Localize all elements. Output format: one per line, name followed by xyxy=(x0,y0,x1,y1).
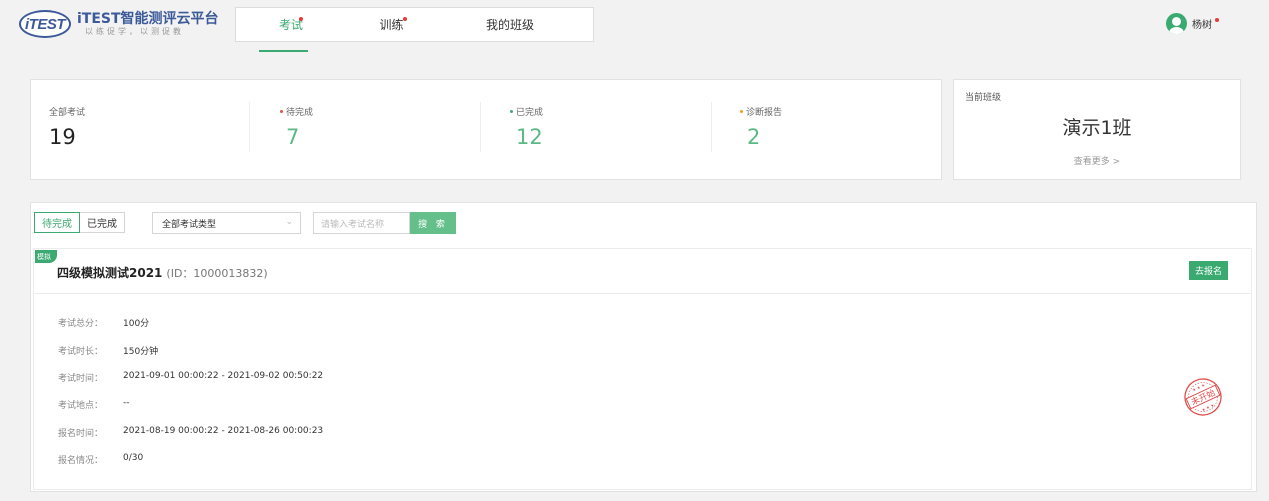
nav-tab-training[interactable]: 训练 xyxy=(346,8,437,41)
stat-value: 2 xyxy=(747,125,761,149)
notification-dot xyxy=(1215,17,1219,22)
info-value: 2021-09-01 00:00:22 - 2021-09-02 00:50:2… xyxy=(123,371,324,381)
exam-search-input[interactable]: 请输入考试名称 xyxy=(313,212,410,234)
exam-list-panel: 待完成 已完成 全部考试类型 ⌄ 请输入考试名称 搜 索 模拟 四级模拟测试20… xyxy=(30,202,1257,492)
info-key: 考试地点： xyxy=(58,401,104,411)
stat-pending[interactable]: 待完成 7 xyxy=(280,80,480,181)
main-nav: 考试 训练 我的班级 xyxy=(235,7,594,42)
stat-value: 12 xyxy=(516,125,543,149)
info-key: 考试总分： xyxy=(58,319,104,329)
logo[interactable]: iTEST iTEST智能测评云平台 以练促学，以测促教 xyxy=(19,10,219,38)
exam-title-text: 四级模拟测试2021 xyxy=(57,266,163,280)
stat-label: 已完成 xyxy=(510,105,543,118)
notification-dot xyxy=(299,17,303,21)
info-value: 2021-08-19 00:00:22 - 2021-08-26 00:00:2… xyxy=(123,426,324,436)
exam-id: (ID：1000013832) xyxy=(166,267,268,280)
exam-type-value: 全部考试类型 xyxy=(162,219,217,230)
stat-all-exams[interactable]: 全部考试 19 xyxy=(49,80,249,181)
top-header: iTEST iTEST智能测评云平台 以练促学，以测促教 考试 训练 我的班级 … xyxy=(0,0,1269,52)
logo-title: iTEST智能测评云平台 xyxy=(77,11,219,27)
exam-title: 四级模拟测试2021 (ID：1000013832) xyxy=(57,264,268,281)
not-started-stamp-icon: 未开始 ★ ★ ★ ★ ★ ★ xyxy=(1184,378,1222,416)
status-dot-icon xyxy=(510,110,513,113)
nav-tab-exam[interactable]: 考试 xyxy=(236,8,346,41)
info-key: 报名时间： xyxy=(58,429,104,439)
avatar-icon xyxy=(1166,13,1187,34)
status-filter-tabs: 待完成 已完成 xyxy=(34,212,125,233)
notification-dot xyxy=(403,17,407,21)
search-placeholder: 请输入考试名称 xyxy=(321,219,385,230)
info-row-signup-status: 报名情况： 0/30 xyxy=(58,453,143,466)
current-class-label: 当前班级 xyxy=(965,93,1002,103)
user-name: 杨树 xyxy=(1192,20,1212,31)
exam-stats-panel: 全部考试 19 待完成 7 已完成 12 诊断报告 2 xyxy=(30,79,942,180)
stat-label: 待完成 xyxy=(280,105,313,118)
info-value: -- xyxy=(123,398,130,408)
stat-label: 全部考试 xyxy=(49,108,86,118)
logo-badge: iTEST xyxy=(19,10,71,38)
filter-tab-done[interactable]: 已完成 xyxy=(80,212,125,233)
info-key: 考试时长： xyxy=(58,347,104,357)
info-row-total-score: 考试总分： 100分 xyxy=(58,316,149,329)
stat-report[interactable]: 诊断报告 2 xyxy=(740,80,940,181)
nav-tab-my-class[interactable]: 我的班级 xyxy=(437,8,583,41)
exam-type-select[interactable]: 全部考试类型 ⌄ xyxy=(152,212,301,234)
stat-value: 7 xyxy=(286,125,300,149)
info-value: 100分 xyxy=(123,319,150,329)
filter-tab-pending[interactable]: 待完成 xyxy=(34,212,80,233)
exam-type-tag: 模拟 xyxy=(35,250,57,263)
signup-button[interactable]: 去报名 xyxy=(1189,261,1228,280)
stat-value: 19 xyxy=(49,125,76,149)
status-dot-icon xyxy=(280,110,283,113)
info-key: 报名情况： xyxy=(58,456,104,466)
active-tab-underline xyxy=(259,50,308,52)
stat-done[interactable]: 已完成 12 xyxy=(510,80,710,181)
logo-badge-text: iTEST xyxy=(24,15,66,33)
search-button[interactable]: 搜 索 xyxy=(410,212,456,234)
info-value: 150分钟 xyxy=(123,347,159,357)
info-row-location: 考试地点： -- xyxy=(58,398,130,411)
logo-subtitle: 以练促学，以测促教 xyxy=(85,27,184,36)
info-value: 0/30 xyxy=(123,453,144,463)
chevron-down-icon: ⌄ xyxy=(285,217,293,227)
divider xyxy=(34,293,1251,294)
stat-label: 诊断报告 xyxy=(740,105,782,118)
divider xyxy=(711,102,712,152)
info-row-signup-time: 报名时间： 2021-08-19 00:00:22 - 2021-08-26 0… xyxy=(58,426,323,439)
exam-card: 模拟 四级模拟测试2021 (ID：1000013832) 去报名 考试总分： 1… xyxy=(33,248,1252,490)
current-class-panel: 当前班级 演示1班 查看更多 > xyxy=(953,79,1241,180)
nav-tab-label: 训练 xyxy=(379,18,404,32)
info-row-duration: 考试时长： 150分钟 xyxy=(58,344,158,357)
info-row-exam-time: 考试时间： 2021-09-01 00:00:22 - 2021-09-02 0… xyxy=(58,371,323,384)
logo-text: iTEST智能测评云平台 以练促学，以测促教 xyxy=(77,11,219,37)
current-class-name: 演示1班 xyxy=(1062,117,1132,139)
view-more-link[interactable]: 查看更多 > xyxy=(954,154,1240,167)
user-menu[interactable]: 杨树 xyxy=(1166,13,1219,34)
divider xyxy=(249,102,250,152)
nav-tab-label: 我的班级 xyxy=(485,18,534,32)
status-dot-icon xyxy=(740,110,743,113)
divider xyxy=(480,102,481,152)
info-key: 考试时间： xyxy=(58,374,104,384)
